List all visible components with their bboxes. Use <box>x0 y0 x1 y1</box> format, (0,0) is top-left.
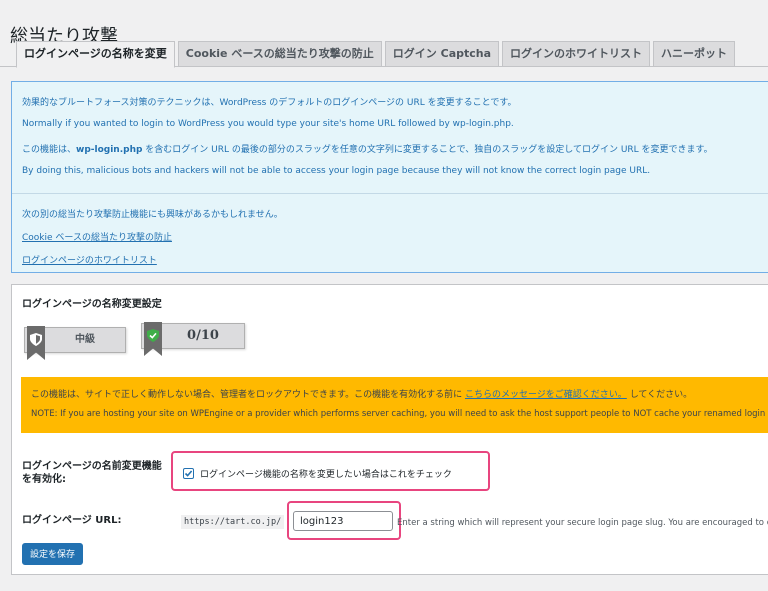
checkbox-label: ログインページ機能の名称を変更したい場合はこれをチェック <box>200 470 452 480</box>
info-text: この機能は、wp-login.php を含むログイン URL の最後の部分のスラ… <box>22 145 713 155</box>
login-slug-input[interactable] <box>293 511 393 531</box>
level-badge-label: 中級 <box>75 334 95 345</box>
score-badge-label: 0/10 <box>187 328 219 343</box>
info-text: Normally if you wanted to login to WordP… <box>22 119 514 129</box>
info-text: 次の別の総当たり攻撃防止機能にも興味があるかもしれません。 <box>22 210 283 220</box>
link-cookie-protection[interactable]: Cookie ベースの総当たり攻撃の防止 <box>22 233 172 243</box>
info-text: By doing this, malicious bots and hacker… <box>22 166 651 176</box>
warning-message-link[interactable]: こちらのメッセージをご確認ください。 <box>465 390 627 400</box>
link-login-whitelist[interactable]: ログインページのホワイトリスト <box>22 256 157 266</box>
settings-title: ログインページの名称変更設定 <box>22 299 162 310</box>
info-text: 効果的なブルートフォース対策のテクニックは、WordPress のデフォルトのロ… <box>22 98 517 108</box>
enable-feature-checkbox[interactable] <box>183 468 194 479</box>
slug-hint: Enter a string which will represent your… <box>397 518 768 528</box>
warning-note: NOTE: If you are hosting your site on WP… <box>31 409 768 419</box>
tab-login-whitelist[interactable]: ログインのホワイトリスト <box>502 41 651 66</box>
login-url-label: ログインページ URL: <box>22 515 122 526</box>
warning-box: この機能は、サイトで正しく動作しない場合、管理者をロックアウトできます。この機能… <box>21 377 768 433</box>
warning-text: この機能は、サイトで正しく動作しない場合、管理者をロックアウトできます。この機能… <box>31 390 693 400</box>
checkmark-icon <box>184 470 193 477</box>
save-settings-button[interactable]: 設定を保存 <box>22 543 84 565</box>
tab-rename-login[interactable]: ログインページの名称を変更 <box>16 41 175 68</box>
tab-cookie-protection[interactable]: Cookie ベースの総当たり攻撃の防止 <box>177 41 382 66</box>
info-box: 効果的なブルートフォース対策のテクニックは、WordPress のデフォルトのロ… <box>11 81 768 273</box>
login-url-prefix: https://tart.co.jp/ <box>181 515 285 529</box>
level-badge: 中級 <box>24 326 126 360</box>
tab-login-captcha[interactable]: ログイン Captcha <box>384 41 500 66</box>
shield-check-icon <box>147 329 159 342</box>
tab-bar: ログインページの名称を変更 Cookie ベースの総当たり攻撃の防止 ログイン … <box>16 41 736 68</box>
settings-panel: ログインページの名称変更設定 中級 0/10 この機能は、サイトで正しく動作しな… <box>11 284 768 575</box>
tab-honeypot[interactable]: ハニーポット <box>653 41 736 66</box>
shield-icon <box>30 333 42 346</box>
info-divider <box>12 193 768 194</box>
enable-feature-label: ログインページの名前変更機能 を有効化: <box>22 461 162 485</box>
score-badge: 0/10 <box>141 322 245 356</box>
